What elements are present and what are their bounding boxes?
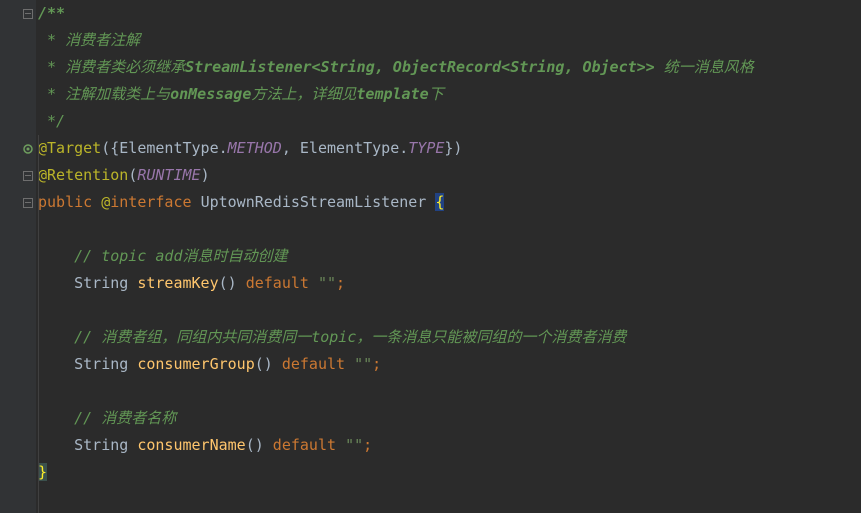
javadoc-ref: StreamListener: [185, 58, 311, 76]
keyword: public: [38, 193, 101, 211]
enum-const: METHOD: [228, 139, 282, 157]
code-line[interactable]: [38, 378, 861, 405]
punct: ;: [336, 274, 345, 292]
type-ref: ElementType.: [300, 139, 408, 157]
code-line[interactable]: // 消费者名称: [38, 405, 861, 432]
keyword: interface: [110, 193, 191, 211]
javadoc-text: /**: [38, 4, 65, 22]
open-brace: {: [435, 193, 444, 211]
implements-icon[interactable]: [22, 143, 34, 155]
punct: }): [444, 139, 462, 157]
punct: ;: [363, 436, 372, 454]
code-line[interactable]: */: [38, 108, 861, 135]
javadoc-text: 统一消息风格: [655, 58, 754, 76]
punct: ({: [101, 139, 119, 157]
fold-icon[interactable]: [22, 197, 34, 209]
javadoc-text: 方法上，详细见: [251, 85, 356, 103]
method-name: streamKey: [137, 274, 218, 292]
type-ref: String: [74, 436, 137, 454]
keyword: default: [273, 355, 354, 373]
fold-icon[interactable]: [22, 8, 34, 20]
enum-const: TYPE: [408, 139, 444, 157]
annotation: @Retention: [38, 166, 128, 184]
punct: ): [201, 166, 210, 184]
fold-icon[interactable]: [22, 170, 34, 182]
code-line[interactable]: @Target({ElementType.METHOD, ElementType…: [38, 135, 861, 162]
code-line[interactable]: * 消费者注解: [38, 27, 861, 54]
method-name: consumerName: [137, 436, 245, 454]
javadoc-ref: onMessage: [170, 85, 251, 103]
code-line[interactable]: [38, 216, 861, 243]
string-literal: "": [354, 355, 372, 373]
punct: (): [246, 436, 264, 454]
at-sign: @: [101, 193, 110, 211]
indent-guide: [38, 135, 39, 513]
code-line[interactable]: // topic add消息时自动创建: [38, 243, 861, 270]
punct: (): [255, 355, 273, 373]
javadoc-text: * 注解加载类上与: [38, 85, 170, 103]
code-line[interactable]: // 消费者组，同组内共同消费同一topic，一条消息只能被同组的一个消费者消费: [38, 324, 861, 351]
line-comment: // 消费者组，同组内共同消费同一topic，一条消息只能被同组的一个消费者消费: [74, 328, 626, 346]
type-ref: String: [74, 274, 137, 292]
javadoc-text: */: [38, 112, 65, 130]
code-line[interactable]: * 消费者类必须继承StreamListener<String, ObjectR…: [38, 54, 861, 81]
code-editor[interactable]: /** * 消费者注解 * 消费者类必须继承StreamListener<Str…: [0, 0, 861, 513]
code-line[interactable]: /**: [38, 0, 861, 27]
code-content[interactable]: /** * 消费者注解 * 消费者类必须继承StreamListener<Str…: [36, 0, 861, 513]
punct: ;: [372, 355, 381, 373]
line-comment: // topic add消息时自动创建: [74, 247, 287, 265]
close-brace: }: [38, 463, 47, 481]
method-name: consumerGroup: [137, 355, 254, 373]
code-line[interactable]: * 注解加载类上与onMessage方法上，详细见template下: [38, 81, 861, 108]
code-line[interactable]: public @interface UptownRedisStreamListe…: [38, 189, 861, 216]
code-line[interactable]: @Retention(RUNTIME): [38, 162, 861, 189]
punct: (: [128, 166, 137, 184]
code-line[interactable]: String consumerName() default "";: [38, 432, 861, 459]
javadoc-text: 下: [429, 85, 444, 103]
javadoc-generic: <String, ObjectRecord<String, Object>>: [312, 58, 655, 76]
javadoc-ref: template: [356, 85, 428, 103]
code-line[interactable]: [38, 297, 861, 324]
annotation: @Target: [38, 139, 101, 157]
code-line[interactable]: String consumerGroup() default "";: [38, 351, 861, 378]
line-comment: // 消费者名称: [74, 409, 176, 427]
punct: ,: [282, 139, 300, 157]
javadoc-text: * 消费者注解: [38, 31, 140, 49]
type-ref: ElementType.: [119, 139, 227, 157]
javadoc-text: * 消费者类必须继承: [38, 58, 185, 76]
space: [192, 193, 201, 211]
keyword: default: [264, 436, 345, 454]
code-line[interactable]: String streamKey() default "";: [38, 270, 861, 297]
string-literal: "": [318, 274, 336, 292]
interface-name: UptownRedisStreamListener: [201, 193, 427, 211]
keyword: default: [237, 274, 318, 292]
string-literal: "": [345, 436, 363, 454]
code-line[interactable]: }: [38, 459, 861, 486]
punct: (): [219, 274, 237, 292]
enum-const: RUNTIME: [137, 166, 200, 184]
type-ref: String: [74, 355, 137, 373]
editor-gutter: [0, 0, 36, 513]
